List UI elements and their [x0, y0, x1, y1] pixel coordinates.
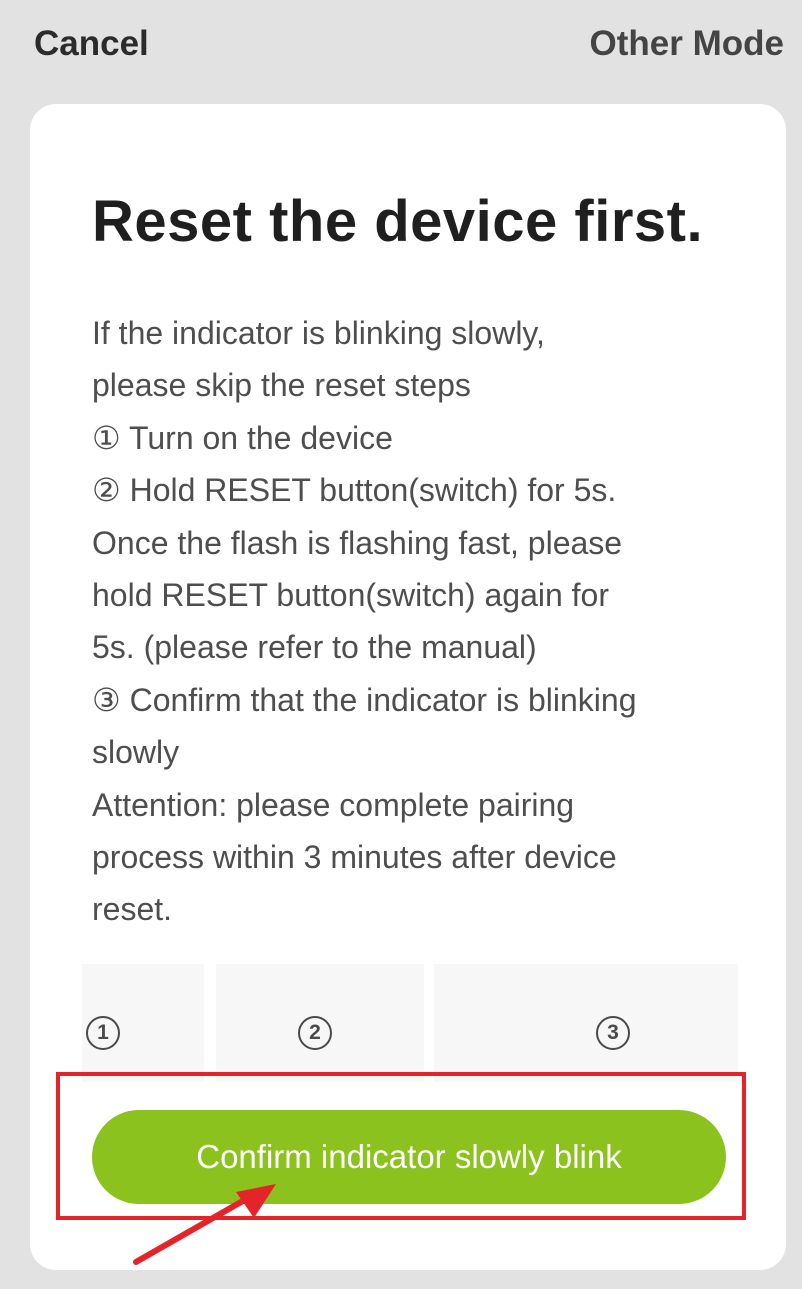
other-mode-button[interactable]: Other Mode [590, 24, 784, 64]
instruction-line: 5s. (please refer to the manual) [92, 629, 537, 666]
instruction-line: ① Turn on the device [92, 419, 393, 456]
top-bar: Cancel Other Mode [0, 0, 802, 100]
confirm-blink-button[interactable]: Confirm indicator slowly blink [92, 1110, 726, 1204]
instruction-line: Attention: please complete pairing [92, 786, 575, 823]
cancel-button[interactable]: Cancel [34, 24, 149, 64]
step-illustrations: 1 2 3 [82, 964, 738, 1082]
instruction-line: slowly [92, 734, 180, 771]
instruction-line: hold RESET button(switch) again for [92, 577, 609, 614]
step-3-number-icon: 3 [596, 1016, 630, 1050]
instruction-line: ③ Confirm that the indicator is blinking [92, 681, 637, 718]
instruction-line: Once the flash is flashing fast, please [92, 524, 623, 561]
instruction-line: process within 3 minutes after device [92, 839, 617, 876]
page-title: Reset the device first. [92, 189, 704, 254]
instruction-line: If the indicator is blinking slowly, [92, 315, 545, 351]
step-2-number-icon: 2 [298, 1016, 332, 1050]
step-3-illustration [434, 964, 738, 1082]
instruction-line: ② Hold RESET button(switch) for 5s. [92, 472, 617, 509]
step-1-number-icon: 1 [86, 1016, 120, 1050]
instructions-text: If the indicator is blinking slowly, ple… [92, 307, 742, 936]
instruction-line: reset. [92, 891, 173, 928]
instruction-line: please skip the reset steps [92, 367, 471, 404]
